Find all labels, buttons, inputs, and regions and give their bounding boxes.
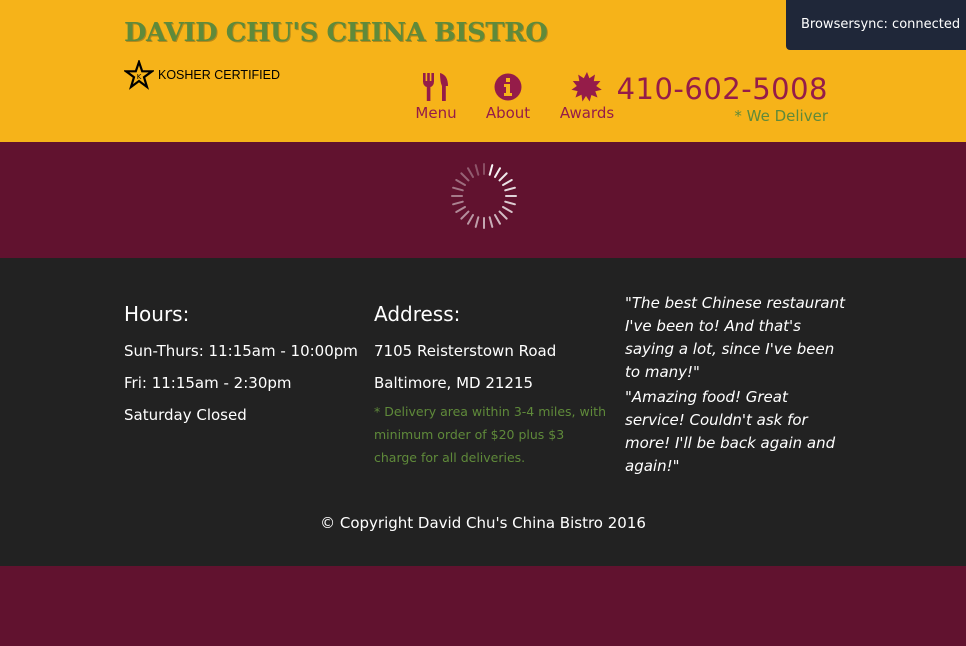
spinner-tick <box>467 167 474 178</box>
nav-about-label: About <box>485 104 531 122</box>
svg-text:K: K <box>137 73 142 81</box>
spinner-tick <box>452 200 464 206</box>
spinner-tick <box>494 214 501 225</box>
main-content-area <box>0 142 966 258</box>
copyright-notice: © Copyright David Chu's China Bistro 201… <box>320 514 646 532</box>
hours-line: Saturday Closed <box>124 406 247 424</box>
address-city: Baltimore, MD 21215 <box>374 374 534 392</box>
address-street: 7105 Reisterstown Road <box>374 342 557 360</box>
spinner-icon <box>451 163 517 229</box>
fork-knife-icon <box>423 73 448 101</box>
testimonial-quote: "The best Chinese restaurant I've been t… <box>625 294 846 381</box>
spinner-tick <box>474 216 480 228</box>
nav-menu-label: Menu <box>415 104 457 122</box>
star-icon: K <box>124 60 154 90</box>
site-footer: Hours: Sun-Thurs: 11:15am - 10:00pm Fri:… <box>0 258 966 566</box>
spinner-tick <box>474 164 480 176</box>
phone-number-link[interactable]: 410-602-5008 <box>617 72 828 106</box>
hours-line: Sun-Thurs: 11:15am - 10:00pm <box>124 342 358 360</box>
spinner-tick <box>498 172 508 182</box>
info-icon <box>494 73 522 101</box>
nav-awards-label: Awards <box>559 104 615 122</box>
hours-title: Hours: <box>124 302 190 326</box>
spinner-tick <box>504 186 516 192</box>
hours-line: Fri: 11:15am - 2:30pm <box>124 374 292 392</box>
spinner-tick <box>488 164 494 176</box>
spinner-tick <box>455 206 466 213</box>
restaurant-name[interactable]: DAVID CHU'S CHINA BISTRO <box>124 18 548 48</box>
spinner-tick <box>455 179 466 186</box>
kosher-certified-badge[interactable]: K KOSHER CERTIFIED <box>124 60 280 90</box>
spinner-tick <box>494 167 501 178</box>
nav-menu-link[interactable]: Menu <box>410 72 462 122</box>
spinner-tick <box>502 206 513 213</box>
browsersync-notification: Browsersync: connected <box>786 0 966 50</box>
address-title: Address: <box>374 302 461 326</box>
spinner-tick <box>460 172 470 182</box>
nav-awards-link[interactable]: Awards <box>556 72 618 122</box>
nav-about-link[interactable]: About <box>482 72 534 122</box>
bottom-band <box>0 566 966 646</box>
spinner-tick <box>502 179 513 186</box>
testimonial-quote: "Amazing food! Great service! Couldn't a… <box>625 388 836 475</box>
spinner-tick <box>467 214 474 225</box>
spinner-tick <box>488 216 494 228</box>
spinner-tick <box>460 210 470 220</box>
spinner-tick <box>498 210 508 220</box>
kosher-label: KOSHER CERTIFIED <box>158 68 281 82</box>
certificate-icon <box>571 72 602 102</box>
we-deliver-note: * We Deliver <box>734 107 828 125</box>
spinner-tick <box>504 200 516 206</box>
spinner-tick <box>452 186 464 192</box>
delivery-area-note: * Delivery area within 3-4 miles, with m… <box>374 404 607 465</box>
